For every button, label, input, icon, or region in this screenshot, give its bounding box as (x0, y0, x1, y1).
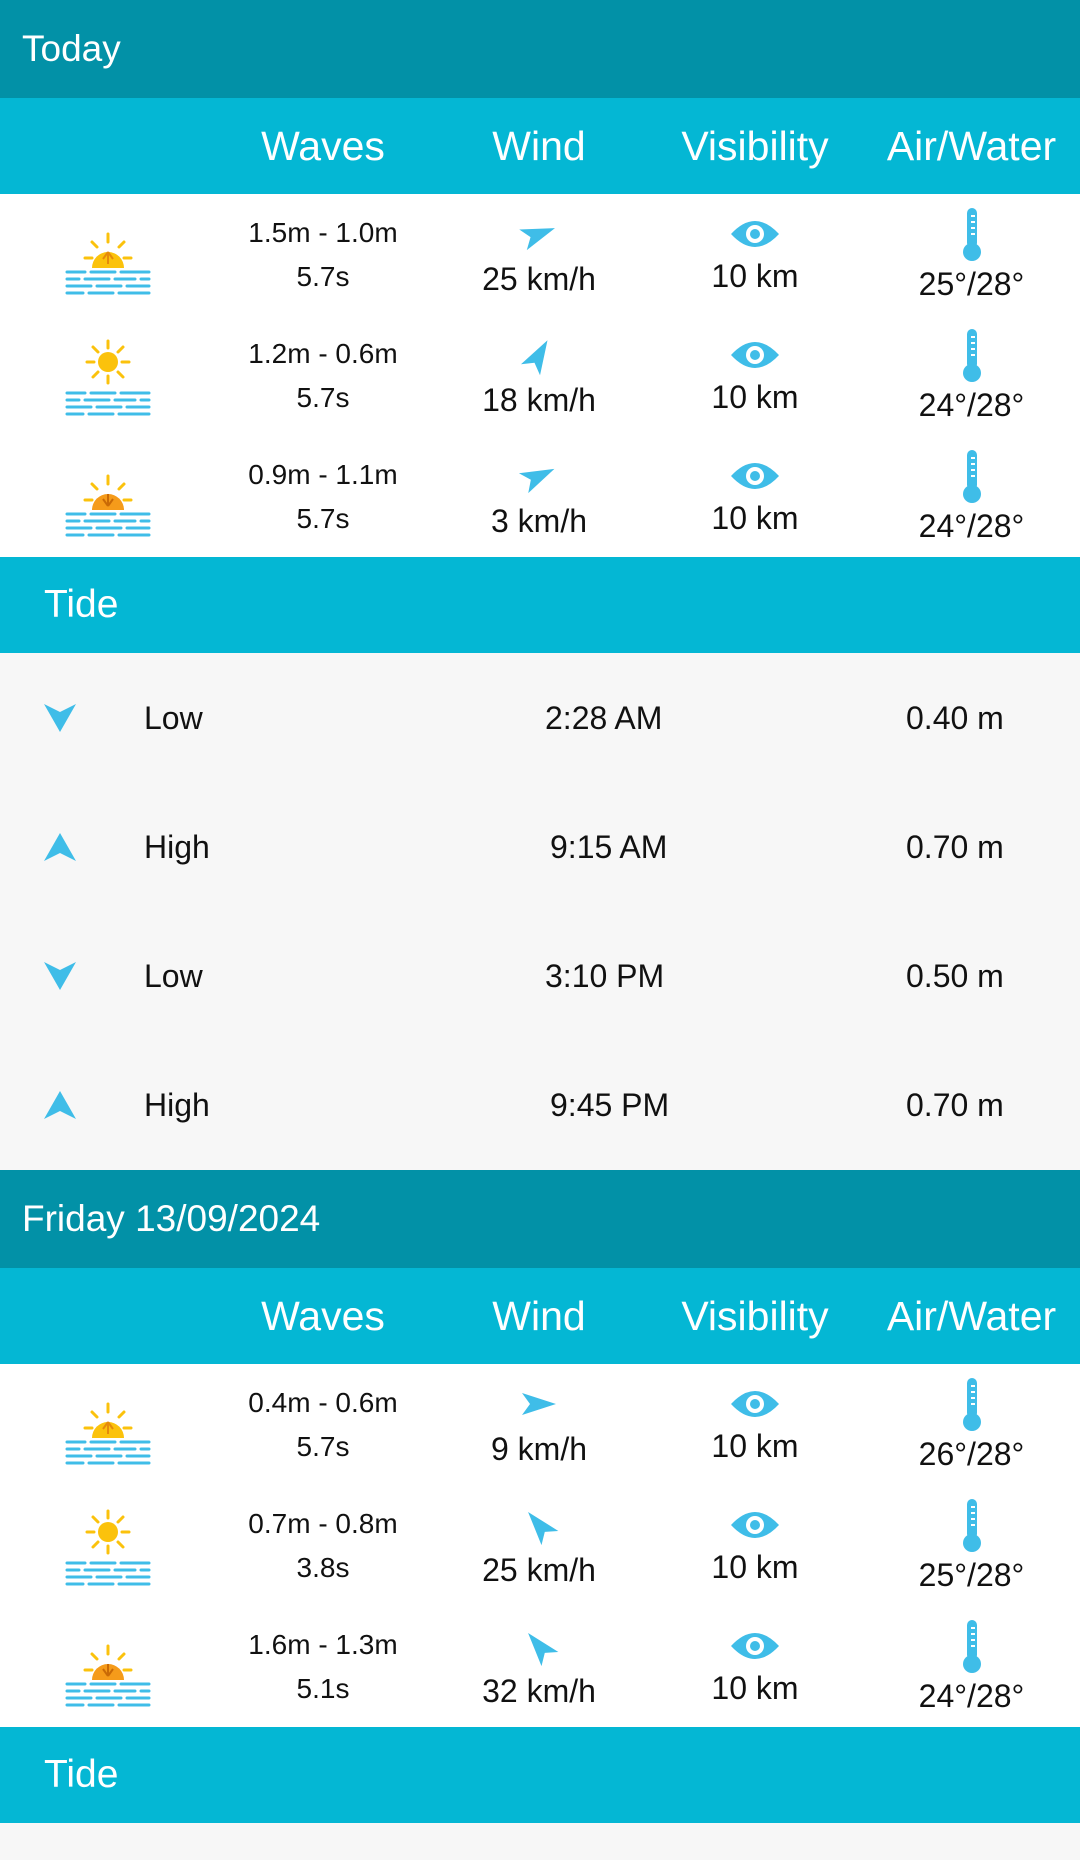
column-waves: Waves (261, 1292, 385, 1339)
wind-speed: 25 km/h (482, 261, 596, 297)
tide-high-arrow-icon (44, 833, 76, 861)
forecast-row[interactable]: 1.5m - 1.0m 5.7s 25 km/h 10 km 25°/28° (0, 194, 1080, 315)
column-waves: Waves (261, 122, 385, 169)
tide-row: Low 2:28 AM 0.40 m (0, 654, 1080, 783)
column-air-water: Air/Water (886, 122, 1057, 169)
wave-period: 5.1s (296, 1672, 350, 1704)
sun-sea-icon (64, 332, 151, 419)
sunrise-sea-icon (64, 1381, 151, 1468)
tide-height: 0.50 m (906, 958, 1004, 994)
tide-row: Low 3:10 PM 0.50 m (0, 912, 1080, 1041)
thermometer-icon (962, 1378, 981, 1431)
air-water-temperature: 26°/28° (918, 1436, 1025, 1472)
wind-direction-arrow-icon (522, 1393, 556, 1415)
wind-direction-arrow-icon (518, 468, 555, 494)
wave-height: 1.5m - 1.0m (248, 216, 398, 248)
day-title: Friday 13/09/2024 (0, 1170, 1080, 1268)
wind-speed: 9 km/h (490, 1431, 588, 1467)
wind-direction-arrow-icon (528, 1511, 559, 1546)
air-water-temperature: 24°/28° (918, 508, 1025, 544)
visibility-value: 10 km (711, 379, 799, 415)
tide-height: 0.70 m (906, 829, 1004, 865)
tide-time: 9:15 AM (550, 829, 668, 865)
forecast-row[interactable]: 1.6m - 1.3m 5.1s 32 km/h 10 km 24°/28° (0, 1606, 1080, 1727)
wave-period: 5.7s (296, 1430, 350, 1462)
tide-section-title: Tide (0, 1727, 1080, 1823)
column-header-row: Waves Wind Visibility Air/Water (0, 1268, 1080, 1364)
tide-list: Low 2:28 AM 0.40 m High 9:15 AM 0.70 m L… (0, 653, 1080, 1170)
column-air-water: Air/Water (886, 1292, 1057, 1339)
air-water-temperature: 24°/28° (918, 1678, 1025, 1714)
forecast-row[interactable]: 0.9m - 1.1m 5.7s 3 km/h 10 km 24°/28° (0, 436, 1080, 557)
tide-time: 9:45 PM (550, 1087, 670, 1123)
tide-type: High (144, 1087, 210, 1123)
tide-section-title: Tide (0, 557, 1080, 653)
forecast-row[interactable]: 1.2m - 0.6m 5.7s 18 km/h 10 km 24°/28° (0, 315, 1080, 436)
wind-speed: 18 km/h (482, 382, 596, 418)
eye-icon (731, 342, 779, 368)
tide-type: Low (144, 700, 203, 736)
column-wind: Wind (492, 1292, 586, 1339)
day-title: Today (0, 0, 1080, 98)
tide-high-arrow-icon (44, 1091, 76, 1119)
column-header-row: Waves Wind Visibility Air/Water (0, 98, 1080, 194)
forecast-day-today: Today Waves Wind Visibility Air/Water 1.… (0, 0, 1080, 1170)
wind-direction-arrow-icon (520, 340, 548, 376)
wave-height: 0.7m - 0.8m (248, 1507, 398, 1539)
visibility-value: 10 km (711, 500, 799, 536)
wave-period: 5.7s (296, 502, 350, 534)
wave-height: 1.6m - 1.3m (248, 1628, 398, 1660)
wind-speed: 3 km/h (490, 503, 588, 539)
wind-speed: 25 km/h (482, 1552, 596, 1588)
tide-time: 2:28 AM (545, 700, 663, 736)
eye-icon (731, 1391, 779, 1417)
tide-row: High 9:15 AM 0.70 m (0, 783, 1080, 912)
wind-direction-arrow-icon (519, 228, 555, 251)
tide-row: High 9:45 PM 0.70 m (0, 1041, 1080, 1170)
wave-height: 0.9m - 1.1m (248, 458, 398, 490)
tide-height: 0.40 m (906, 700, 1004, 736)
column-visibility: Visibility (681, 1292, 829, 1339)
wind-speed: 32 km/h (482, 1673, 596, 1709)
thermometer-icon (962, 1620, 981, 1673)
tide-type: High (144, 829, 210, 865)
thermometer-icon (962, 208, 981, 261)
tide-low-arrow-icon (44, 704, 76, 732)
thermometer-icon (962, 1499, 981, 1552)
forecast-row[interactable]: 0.7m - 0.8m 3.8s 25 km/h 10 km 25°/28° (0, 1485, 1080, 1606)
eye-icon (731, 221, 779, 247)
tide-low-arrow-icon (44, 962, 76, 990)
air-water-temperature: 25°/28° (918, 266, 1025, 302)
visibility-value: 10 km (711, 1670, 799, 1706)
wave-height: 1.2m - 0.6m (248, 337, 398, 369)
wave-period: 5.7s (296, 381, 350, 413)
sunset-sea-icon (64, 1623, 151, 1710)
eye-icon (731, 1512, 779, 1538)
wave-height: 0.4m - 0.6m (248, 1386, 398, 1418)
wave-period: 5.7s (296, 260, 350, 292)
forecast-row[interactable]: 0.4m - 0.6m 5.7s 9 km/h 10 km 26°/28° (0, 1364, 1080, 1485)
visibility-value: 10 km (711, 1428, 799, 1464)
thermometer-icon (962, 450, 981, 503)
visibility-value: 10 km (711, 258, 799, 294)
eye-icon (731, 1633, 779, 1659)
wind-direction-arrow-icon (528, 1632, 559, 1667)
eye-icon (731, 463, 779, 489)
thermometer-icon (962, 329, 981, 382)
tide-time: 3:10 PM (545, 958, 665, 994)
sunset-sea-icon (64, 453, 151, 540)
air-water-temperature: 24°/28° (918, 387, 1025, 423)
column-wind: Wind (492, 122, 586, 169)
sunrise-sea-icon (64, 211, 151, 298)
air-water-temperature: 25°/28° (918, 1557, 1025, 1593)
forecast-day-friday: Friday 13/09/2024 Waves Wind Visibility … (0, 1170, 1080, 1823)
tide-height: 0.70 m (906, 1087, 1004, 1123)
sun-sea-icon (64, 1502, 151, 1589)
column-visibility: Visibility (681, 122, 829, 169)
visibility-value: 10 km (711, 1549, 799, 1585)
tide-type: Low (144, 958, 203, 994)
wave-period: 3.8s (296, 1551, 350, 1583)
